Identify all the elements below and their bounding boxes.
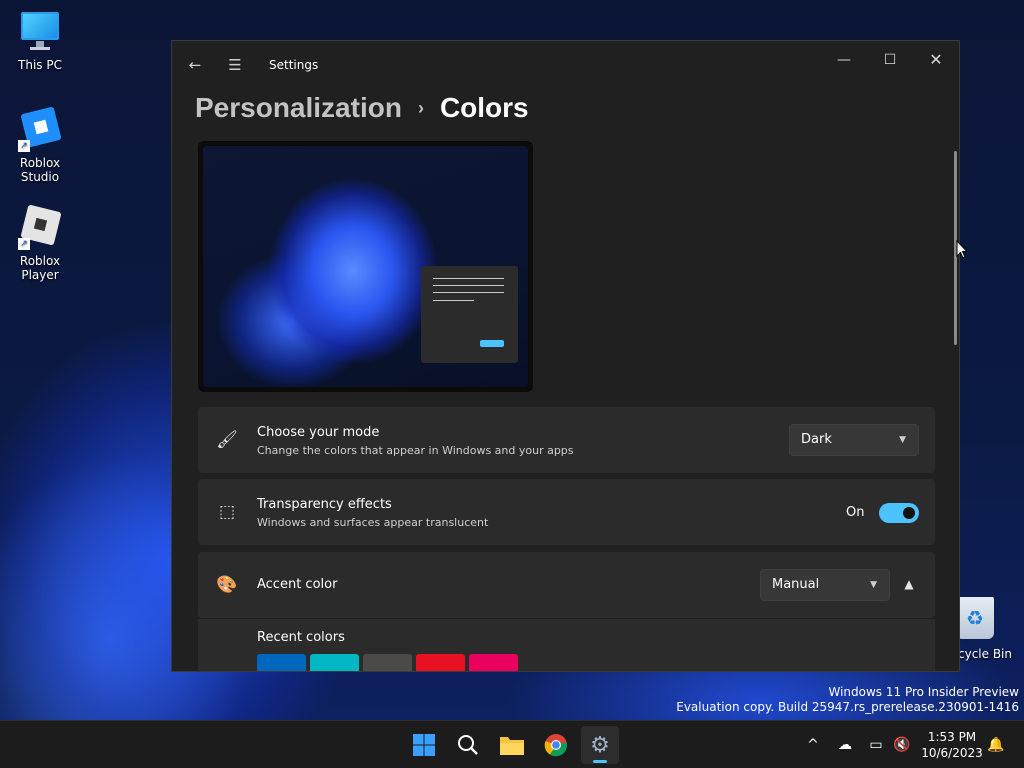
search-icon	[458, 735, 478, 755]
setting-title: Transparency effects	[257, 497, 392, 512]
recent-colors-label: Recent colors	[257, 630, 345, 645]
watermark-line: Windows 11 Pro Insider Preview	[828, 685, 1019, 699]
watermark-line: Evaluation copy. Build 25947.rs_prerelea…	[676, 700, 1019, 714]
roblox-studio-icon: ↗	[18, 106, 62, 152]
windows-logo-icon	[413, 734, 435, 756]
chevron-up-icon[interactable]: ^	[803, 735, 823, 755]
shortcut-arrow-icon: ↗	[18, 140, 30, 152]
title-bar[interactable]: ← ☰ Settings — ☐ ✕	[172, 41, 959, 89]
preview-accent-button	[480, 340, 504, 347]
palette-icon: 🎨	[216, 575, 238, 595]
hamburger-menu-icon[interactable]: ☰	[225, 55, 245, 75]
desktop-icon-roblox-player[interactable]: ↗ Roblox Player	[0, 204, 80, 282]
monitor-icon	[18, 10, 62, 54]
desktop-icon-this-pc[interactable]: This PC	[0, 10, 80, 72]
folder-icon	[500, 737, 524, 755]
volume-muted-icon[interactable]: 🔇	[892, 735, 912, 755]
recent-color-swatch[interactable]	[257, 654, 306, 671]
notification-bell-icon[interactable]: 🔔	[986, 735, 1006, 755]
toggle-knob	[903, 507, 915, 519]
setting-subtitle: Change the colors that appear in Windows…	[257, 444, 574, 457]
settings-taskbar-button[interactable]: ⚙	[581, 726, 619, 764]
transparency-icon: ⬚	[218, 502, 236, 522]
maximize-button[interactable]: ☐	[867, 45, 913, 75]
recent-color-swatch[interactable]	[363, 654, 412, 671]
breadcrumb-parent[interactable]: Personalization	[195, 92, 402, 124]
mode-dropdown-value: Dark	[801, 432, 832, 447]
chevron-down-icon: ▼	[870, 580, 877, 590]
setting-subtitle: Windows and surfaces appear translucent	[257, 516, 489, 529]
chevron-up-icon: ▲	[904, 577, 914, 591]
start-button[interactable]	[405, 726, 443, 764]
setting-title: Accent color	[257, 577, 338, 592]
preview-window	[421, 266, 518, 363]
shortcut-arrow-icon: ↗	[18, 238, 30, 250]
theme-preview	[198, 141, 533, 392]
desktop-icon-roblox-studio[interactable]: ↗ Roblox Studio	[0, 106, 80, 184]
page-title: Colors	[439, 92, 529, 123]
file-explorer-button[interactable]	[493, 726, 531, 764]
mode-dropdown[interactable]: Dark ▼	[789, 424, 919, 456]
chevron-right-icon: ›	[417, 97, 424, 118]
recent-color-swatch[interactable]	[416, 654, 465, 671]
clock-date: 10/6/2023	[921, 746, 983, 760]
minimize-button[interactable]: —	[821, 45, 867, 75]
onedrive-icon[interactable]: ☁	[835, 735, 855, 755]
active-app-indicator	[593, 760, 607, 763]
accent-dropdown[interactable]: Manual ▼	[760, 569, 890, 601]
recent-colors-section: Recent colors	[198, 619, 935, 671]
close-button[interactable]: ✕	[913, 45, 959, 75]
evaluation-watermark: Windows 11 Pro Insider Preview Evaluatio…	[676, 685, 1019, 715]
desktop-icon-label: Roblox Studio	[19, 156, 61, 184]
breadcrumb: Personalization › Colors	[195, 88, 529, 128]
accent-dropdown-value: Manual	[772, 577, 820, 592]
settings-window: ← ☰ Settings — ☐ ✕ Personalization › Col…	[171, 40, 960, 672]
gear-icon: ⚙	[590, 733, 610, 758]
accent-setting-card: 🎨 Accent color Manual ▼ ▲	[198, 552, 935, 618]
roblox-player-icon: ↗	[18, 204, 62, 250]
network-icon[interactable]: ▭	[866, 735, 886, 755]
clock[interactable]: 1:53 PM 10/6/2023	[920, 729, 984, 761]
search-button[interactable]	[449, 726, 487, 764]
recent-color-swatch[interactable]	[310, 654, 359, 671]
clock-time: 1:53 PM	[927, 730, 977, 744]
recent-color-swatch[interactable]	[469, 654, 518, 671]
app-title: Settings	[269, 58, 319, 72]
transparency-toggle[interactable]	[879, 503, 919, 523]
toggle-state-label: On	[846, 505, 865, 520]
back-arrow-icon[interactable]: ←	[185, 55, 205, 75]
paintbrush-icon: 🖌	[216, 430, 238, 450]
chrome-icon	[544, 734, 568, 757]
desktop-icon-recycle-bin[interactable]: ♻ cycle Bin	[952, 597, 1024, 661]
desktop-icon-label: This PC	[18, 58, 62, 72]
mode-setting-card: 🖌 Choose your mode Change the colors tha…	[198, 407, 935, 473]
transparency-setting-card: ⬚ Transparency effects Windows and surfa…	[198, 479, 935, 545]
collapse-button[interactable]: ▲	[894, 569, 924, 599]
recycle-bin-icon: ♻	[956, 597, 994, 639]
setting-title: Choose your mode	[257, 425, 380, 440]
chrome-button[interactable]	[537, 726, 575, 764]
taskbar: ⚙ ^ ☁ ▭ 🔇 1:53 PM 10/6/2023 🔔	[0, 720, 1024, 768]
chevron-down-icon: ▼	[899, 435, 906, 445]
preview-wallpaper	[203, 146, 528, 387]
desktop-icon-label: cycle Bin	[958, 647, 1012, 661]
desktop-icon-label: Roblox Player	[19, 254, 61, 282]
